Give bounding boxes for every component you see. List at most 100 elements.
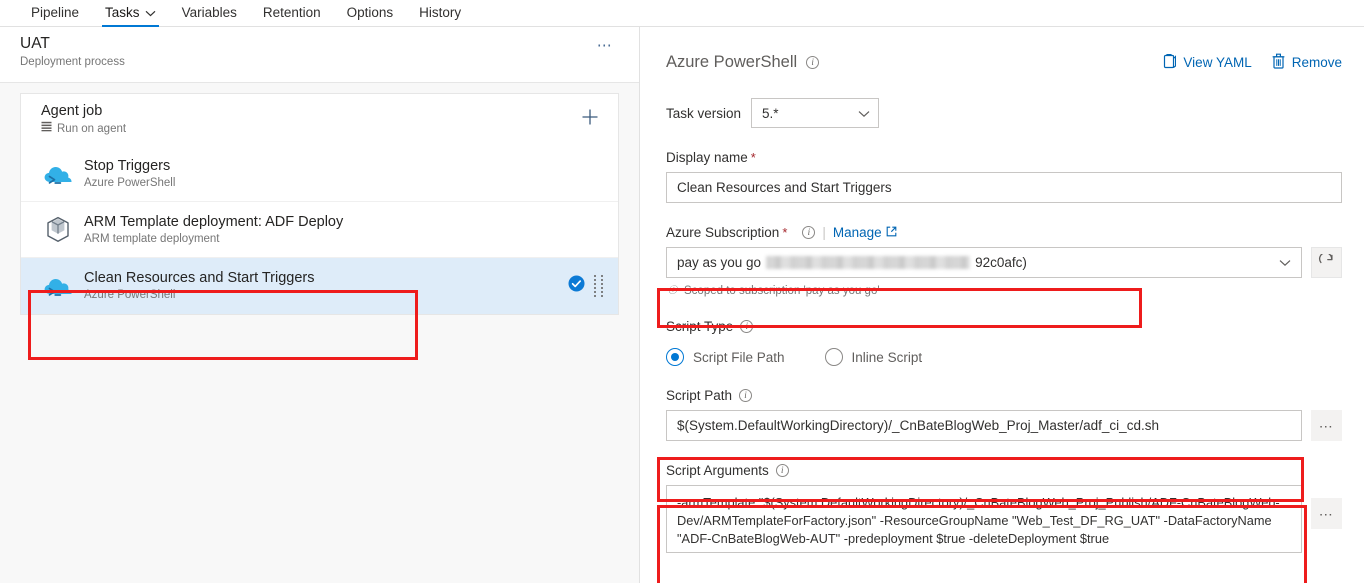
clipboard-icon <box>1162 53 1177 72</box>
task-name: Clean Resources and Start Triggers <box>84 270 315 286</box>
scoped-subscription-note: Scoped to subscription 'pay as you go' <box>684 284 880 297</box>
info-icon[interactable]: i <box>740 320 754 333</box>
script-type-radio-group: Script File Path Inline Script <box>666 348 1342 366</box>
stage-header: UAT Deployment process ⋯ <box>0 27 639 83</box>
azure-subscription-select[interactable]: pay as you go 92c0afc) <box>666 247 1302 278</box>
script-type-label-row: Script Type i <box>666 319 1342 334</box>
azure-subscription-value-suffix: 92c0afc) <box>975 255 1027 270</box>
task-type: Azure PowerShell <box>84 176 176 189</box>
task-row-arm-template-deployment[interactable]: ARM Template deployment: ADF Deploy ARM … <box>21 202 618 258</box>
display-name-input[interactable] <box>666 172 1342 203</box>
tab-variables[interactable]: Variables <box>169 5 250 26</box>
task-name: ARM Template deployment: ADF Deploy <box>84 213 344 230</box>
script-arguments-label: Script Arguments <box>666 463 769 478</box>
required-marker: * <box>750 150 756 165</box>
remove-label: Remove <box>1291 54 1342 70</box>
radio-mark-icon <box>824 348 843 366</box>
remove-button[interactable]: Remove <box>1272 53 1342 72</box>
azure-subscription-value-prefix: pay as you go <box>677 255 762 270</box>
task-list: Stop Triggers Azure PowerShell ARM Templ… <box>20 146 619 315</box>
tab-options[interactable]: Options <box>334 5 407 26</box>
task-text: Stop Triggers Azure PowerShell <box>75 157 604 191</box>
azure-powershell-icon <box>41 162 75 186</box>
tab-pipeline[interactable]: Pipeline <box>18 5 92 26</box>
page-title: Azure PowerShell <box>666 52 798 71</box>
chevron-down-icon <box>858 106 870 121</box>
drag-handle-icon[interactable] <box>594 275 604 297</box>
manage-link[interactable]: Manage <box>833 225 897 240</box>
agent-job-title: Agent job <box>41 103 103 119</box>
task-header-actions: View YAML Remove <box>1162 53 1342 72</box>
task-version-value: 5.* <box>762 105 779 121</box>
view-yaml-button[interactable]: View YAML <box>1162 53 1252 72</box>
task-details-header: Azure PowerShell i View YAML Remove <box>666 49 1342 75</box>
external-link-icon <box>886 225 897 240</box>
check-circle-icon <box>568 275 585 297</box>
task-row-clean-resources-and-start-triggers[interactable]: Clean Resources and Start Triggers Azure… <box>21 258 618 314</box>
chevron-down-icon <box>145 5 156 20</box>
task-row-actions <box>568 275 604 297</box>
tab-options-label: Options <box>346 5 394 20</box>
pipeline-tab-bar: Pipeline Tasks Variables Retention Optio… <box>0 0 1364 27</box>
task-type: ARM template deployment <box>84 232 220 245</box>
script-path-browse-button[interactable]: ⋯ <box>1311 410 1342 441</box>
scoped-subscription-note-row: ⓘ Scoped to subscription 'pay as you go' <box>666 284 1342 297</box>
task-version-row: Task version 5.* <box>666 98 1342 128</box>
chevron-down-icon <box>1279 255 1291 270</box>
script-path-input[interactable] <box>666 410 1302 441</box>
task-text: Clean Resources and Start Triggers Azure… <box>75 269 568 303</box>
plus-icon[interactable] <box>579 106 601 128</box>
manage-label: Manage <box>832 225 882 240</box>
divider: | <box>822 225 826 240</box>
tab-variables-label: Variables <box>181 5 237 20</box>
pipeline-task-editor: Pipeline Tasks Variables Retention Optio… <box>0 0 1364 583</box>
script-arguments-browse-button[interactable]: ⋯ <box>1311 498 1342 529</box>
task-type: Azure PowerShell <box>84 289 176 301</box>
script-arguments-input[interactable] <box>666 485 1302 553</box>
display-name-label: Display name <box>666 150 748 165</box>
script-arguments-row: ⋯ <box>666 485 1342 553</box>
tab-retention[interactable]: Retention <box>250 5 334 26</box>
redacted-subscription-id <box>766 256 971 269</box>
task-row-stop-triggers[interactable]: Stop Triggers Azure PowerShell <box>21 146 618 202</box>
task-version-select[interactable]: 5.* <box>751 98 880 128</box>
info-icon[interactable]: i <box>739 389 753 402</box>
tab-tasks[interactable]: Tasks <box>92 5 169 27</box>
script-path-row: ⋯ <box>666 410 1342 441</box>
stage-subtitle: Deployment process <box>20 56 125 68</box>
task-list-pane: UAT Deployment process ⋯ Agent job Run o… <box>0 27 640 583</box>
display-name-label-row: Display name * <box>666 150 1342 165</box>
script-type-label: Script Type <box>666 319 734 334</box>
tab-history[interactable]: History <box>406 5 474 26</box>
tab-history-label: History <box>419 5 462 20</box>
info-icon: ⓘ <box>667 285 677 295</box>
arm-cube-icon <box>41 216 75 243</box>
tab-pipeline-label: Pipeline <box>31 5 80 20</box>
azure-powershell-icon <box>41 274 75 298</box>
agent-job-subtitle: Run on agent <box>57 122 127 135</box>
stage-title: UAT <box>20 35 50 52</box>
azure-subscription-label: Azure Subscription <box>666 225 780 240</box>
agent-job-subtitle-row: Run on agent <box>41 121 604 136</box>
required-marker: * <box>782 225 788 240</box>
tab-tasks-label: Tasks <box>105 5 140 20</box>
radio-inline-script[interactable]: Inline Script <box>824 348 922 366</box>
azure-subscription-row: pay as you go 92c0afc) <box>666 247 1342 278</box>
radio-script-file-path-label: Script File Path <box>693 349 785 365</box>
editor-body: UAT Deployment process ⋯ Agent job Run o… <box>0 27 1364 583</box>
task-version-label: Task version <box>666 105 742 121</box>
tab-retention-label: Retention <box>262 5 321 20</box>
agent-list-icon <box>41 121 52 136</box>
info-icon[interactable]: i <box>775 464 789 477</box>
task-name: Stop Triggers <box>84 157 171 174</box>
script-arguments-label-row: Script Arguments i <box>666 463 1342 478</box>
radio-script-file-path[interactable]: Script File Path <box>666 348 785 366</box>
info-icon[interactable]: i <box>802 226 816 239</box>
ellipsis-icon[interactable]: ⋯ <box>597 38 613 53</box>
refresh-icon[interactable] <box>1311 247 1342 278</box>
task-details-pane: Azure PowerShell i View YAML Remove Task… <box>640 27 1364 583</box>
info-icon[interactable]: i <box>806 55 820 69</box>
script-path-label: Script Path <box>666 388 733 403</box>
agent-job-card[interactable]: Agent job Run on agent <box>20 93 619 146</box>
trash-icon <box>1272 53 1285 72</box>
